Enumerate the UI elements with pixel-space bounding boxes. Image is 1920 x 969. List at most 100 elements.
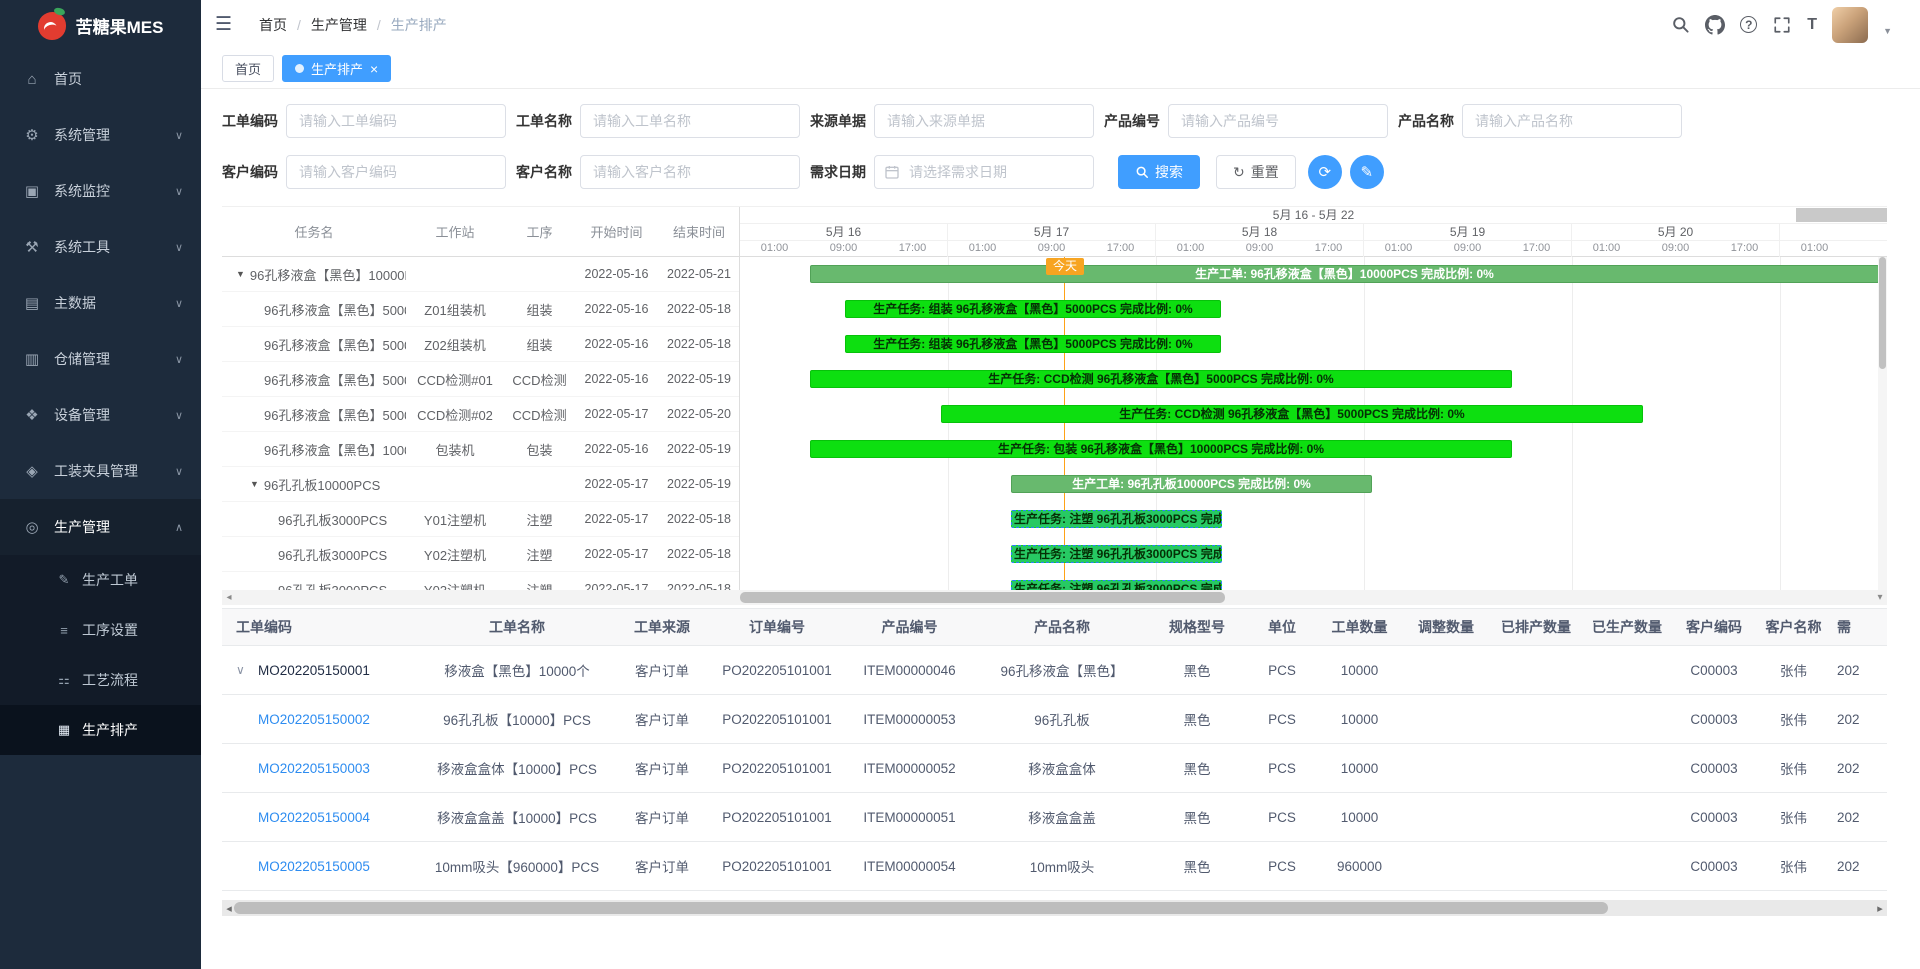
collapse-arrow-icon[interactable]: ▼	[250, 479, 259, 489]
gantt-row[interactable]: 96孔移液盒【黑色】5000PCS CCD检测#01 CCD检测 2022-05…	[222, 362, 739, 397]
gantt-vertical-scrollbar[interactable]	[1878, 257, 1887, 590]
sidebar-item-tools[interactable]: ⚒ 系统工具 ∨	[0, 219, 201, 275]
sidebar-subitem-label: 生产排产	[82, 720, 138, 740]
gantt-bar-task[interactable]: 生产任务: 注塑 96孔孔板3000PCS 完成比例: 0%	[1011, 545, 1222, 563]
table-row[interactable]: MO202205150003 移液盒盒体【10000】PCS 客户订单 PO20…	[222, 744, 1887, 793]
monitor-icon: ▣	[22, 182, 42, 200]
search-icon[interactable]	[1670, 15, 1690, 35]
sidebar-item-system[interactable]: ⚙ 系统管理 ∨	[0, 107, 201, 163]
breadcrumb-production[interactable]: 生产管理	[311, 15, 367, 35]
github-icon[interactable]	[1705, 15, 1725, 35]
demand-date-input[interactable]	[874, 155, 1094, 189]
workorder-code-link[interactable]: MO202205150001	[258, 663, 370, 678]
gantt-day-label	[1780, 224, 1879, 240]
help-icon[interactable]: ?	[1740, 16, 1757, 33]
product-name-input[interactable]	[1462, 104, 1682, 138]
sidebar-item-master-data[interactable]: ▤ 主数据 ∨	[0, 275, 201, 331]
reset-button[interactable]: ↻ 重置	[1216, 155, 1296, 189]
close-icon[interactable]: ×	[370, 62, 378, 76]
gantt-bar-task[interactable]: 生产任务: CCD检测 96孔移液盒【黑色】5000PCS 完成比例: 0%	[941, 405, 1643, 423]
workorder-code-link[interactable]: MO202205150003	[258, 761, 370, 776]
gantt-row[interactable]: 96孔移液盒【黑色】10000PCS 包装机 包装 2022-05-16 202…	[222, 432, 739, 467]
scroll-left-icon[interactable]: ◂	[222, 592, 236, 603]
gantt-horizontal-scrollbar[interactable]: ◂ ▾	[222, 590, 1887, 605]
gantt-chart[interactable]: 今天 生产工单: 96孔移液盒【黑色】10000PCS 完成比例: 0% 生产任…	[740, 257, 1878, 590]
gantt-row[interactable]: ▼96孔移液盒【黑色】10000PCS 2022-05-16 2022-05-2…	[222, 257, 739, 292]
spec: 黑色	[1147, 758, 1247, 778]
product-name: 移液盒盒盖	[977, 807, 1147, 827]
gantt-row[interactable]: 96孔移液盒【黑色】5000PCS Z01组装机 组装 2022-05-16 2…	[222, 292, 739, 327]
scroll-right-icon[interactable]: ▸	[1873, 902, 1887, 915]
start-time: 2022-05-16	[575, 372, 658, 386]
app-logo[interactable]: 苦糖果MES	[0, 0, 201, 51]
gantt-row[interactable]: 96孔移液盒【黑色】5000PCS CCD检测#02 CCD检测 2022-05…	[222, 397, 739, 432]
sidebar-item-equipment[interactable]: ❖ 设备管理 ∨	[0, 387, 201, 443]
sidebar-subitem-process-flow[interactable]: ⚏ 工艺流程	[0, 655, 201, 705]
gantt-row[interactable]: 96孔孔板3000PCS Y02注塑机 注塑 2022-05-17 2022-0…	[222, 537, 739, 572]
sidebar-toggle-icon[interactable]: ☰	[215, 13, 241, 36]
gantt-bar-task[interactable]: 生产任务: CCD检测 96孔移液盒【黑色】5000PCS 完成比例: 0%	[810, 370, 1512, 388]
sidebar-subitem-scheduling[interactable]: ▦ 生产排产	[0, 705, 201, 755]
table-row[interactable]: MO202205150002 96孔孔板【10000】PCS 客户订单 PO20…	[222, 695, 1887, 744]
sidebar-item-warehouse[interactable]: ▥ 仓储管理 ∨	[0, 331, 201, 387]
gantt-bar-workorder[interactable]: 生产工单: 96孔孔板10000PCS 完成比例: 0%	[1011, 475, 1372, 493]
font-size-icon[interactable]: T	[1807, 16, 1817, 34]
sync-icon: ⟳	[1318, 163, 1331, 181]
sidebar-item-fixture[interactable]: ◈ 工装夹具管理 ∨	[0, 443, 201, 499]
gantt-bar-task[interactable]: 生产任务: 组装 96孔移液盒【黑色】5000PCS 完成比例: 0%	[845, 335, 1221, 353]
sidebar-subitem-process-setting[interactable]: ≡ 工序设置	[0, 605, 201, 655]
gantt-bar-task[interactable]: 生产任务: 组装 96孔移液盒【黑色】5000PCS 完成比例: 0%	[845, 300, 1221, 318]
breadcrumb-home[interactable]: 首页	[259, 15, 287, 35]
scrollbar-thumb[interactable]	[740, 592, 1225, 603]
table-row[interactable]: ∨MO202205150001 移液盒【黑色】10000个 客户订单 PO202…	[222, 646, 1887, 695]
collapse-arrow-icon[interactable]: ▼	[236, 269, 245, 279]
product-code-input[interactable]	[1168, 104, 1388, 138]
end-time: 2022-05-18	[658, 582, 740, 590]
gantt-bar-workorder[interactable]: 生产工单: 96孔移液盒【黑色】10000PCS 完成比例: 0%	[810, 265, 1878, 283]
sidebar-item-monitor[interactable]: ▣ 系统监控 ∨	[0, 163, 201, 219]
gantt-bar-task[interactable]: 生产任务: 包装 96孔移液盒【黑色】10000PCS 完成比例: 0%	[810, 440, 1512, 458]
end-time: 2022-05-18	[658, 337, 740, 351]
table-row[interactable]: MO202205150005 10mm吸头【960000】PCS 客户订单 PO…	[222, 842, 1887, 891]
gantt-header-scrollbar[interactable]	[1796, 208, 1887, 222]
process: CCD检测	[504, 370, 575, 389]
workorder-code-link[interactable]: MO202205150002	[258, 712, 370, 727]
gantt-row[interactable]: ▼96孔孔板10000PCS 2022-05-17 2022-05-19	[222, 467, 739, 502]
workorder-code-link[interactable]: MO202205150004	[258, 810, 370, 825]
product-name: 96孔孔板	[977, 709, 1147, 729]
customer-name-input[interactable]	[580, 155, 800, 189]
scroll-down-icon[interactable]: ▾	[1873, 592, 1887, 603]
sidebar-item-production[interactable]: ◎ 生产管理 ∧	[0, 499, 201, 555]
source-doc-input[interactable]	[874, 104, 1094, 138]
gantt-bar-task[interactable]: 生产任务: 注塑 96孔孔板3000PCS 完成比例: 0%	[1011, 510, 1222, 528]
tab-home[interactable]: 首页	[222, 55, 274, 82]
leaf-icon	[53, 6, 66, 17]
scrollbar-thumb[interactable]	[1879, 257, 1886, 369]
row-expand-icon[interactable]: ∨	[236, 663, 258, 677]
sidebar-subitem-label: 工序设置	[82, 620, 138, 640]
fullscreen-icon[interactable]	[1772, 15, 1792, 35]
table-row[interactable]: MO202205150004 移液盒盒盖【10000】PCS 客户订单 PO20…	[222, 793, 1887, 842]
gantt-row[interactable]: 96孔移液盒【黑色】5000PCS Z02组装机 组装 2022-05-16 2…	[222, 327, 739, 362]
gantt-row[interactable]: 96孔孔板3000PCS Y01注塑机 注塑 2022-05-17 2022-0…	[222, 502, 739, 537]
order-no: PO202205101001	[712, 712, 842, 727]
scrollbar-thumb[interactable]	[234, 902, 1608, 914]
workorder-code-link[interactable]: MO202205150005	[258, 859, 370, 874]
logo-icon	[38, 12, 66, 40]
edit-schedule-button[interactable]: ✎	[1350, 155, 1384, 189]
table-horizontal-scrollbar[interactable]: ◂ ▸	[222, 900, 1887, 916]
workorder-code-input[interactable]	[286, 104, 506, 138]
chevron-down-icon: ∨	[175, 241, 183, 254]
sidebar-item-home[interactable]: ⌂ 首页	[0, 51, 201, 107]
refresh-schedule-button[interactable]: ⟳	[1308, 155, 1342, 189]
avatar[interactable]	[1832, 7, 1868, 43]
gantt-bar-task[interactable]: 生产任务: 注塑 96孔孔板3000PCS 完成比例: 0%	[1011, 580, 1222, 590]
col-customer-code: 客户编码	[1672, 617, 1756, 637]
search-button[interactable]: 搜索	[1118, 155, 1200, 189]
sidebar-subitem-work-order[interactable]: ✎ 生产工单	[0, 555, 201, 605]
tab-scheduling[interactable]: 生产排产 ×	[282, 55, 391, 82]
gantt-row[interactable]: 96孔孔板3000PCS Y03注塑机 注塑 2022-05-17 2022-0…	[222, 572, 739, 590]
avatar-caret-icon[interactable]: ▼	[1883, 26, 1892, 36]
customer-code-input[interactable]	[286, 155, 506, 189]
workorder-name-input[interactable]	[580, 104, 800, 138]
